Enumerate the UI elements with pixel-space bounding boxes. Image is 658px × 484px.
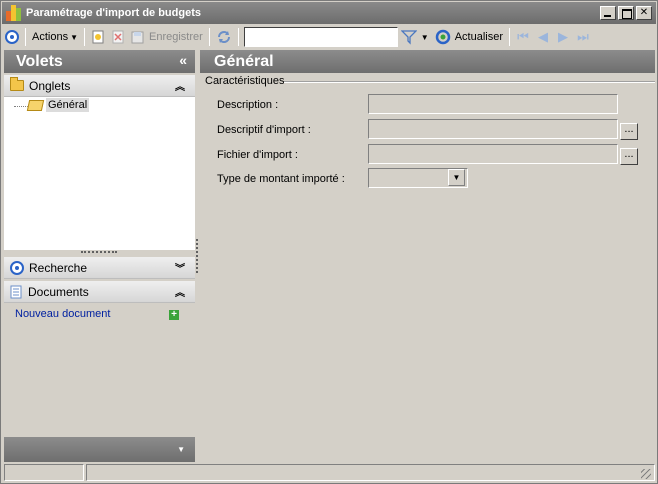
section-documents-header[interactable]: Documents ︽ (4, 281, 195, 303)
amount-type-label: Type de montant importé : (217, 173, 345, 185)
open-folder-icon (26, 99, 45, 111)
save-icon (131, 31, 144, 44)
status-bar (4, 463, 655, 482)
first-record-button[interactable]: ⏮ (513, 27, 533, 47)
minimize-button[interactable] (600, 6, 616, 20)
document-icon (10, 285, 22, 298)
save-button[interactable]: Enregistrer (128, 26, 206, 48)
delete-button[interactable] (108, 26, 128, 48)
dropdown-arrow-icon: ▼ (70, 32, 78, 42)
previous-record-button[interactable]: ◀ (533, 27, 553, 47)
actions-menu-button[interactable]: Actions ▼ (29, 26, 81, 48)
last-record-button[interactable]: ⏭ (573, 27, 593, 47)
toolbar-separator (25, 28, 26, 46)
import-descriptor-field[interactable] (368, 119, 618, 139)
window-controls: ✕ (600, 6, 652, 20)
import-file-field[interactable] (368, 144, 618, 164)
expand-section-icon[interactable]: ︾ (175, 260, 185, 275)
import-descriptor-label: Descriptif d'import : (217, 124, 311, 136)
toolbar-separator (509, 28, 511, 46)
refresh-icon (435, 29, 450, 45)
window-title: Paramétrage d'import de budgets (26, 7, 201, 19)
page-title: Général (214, 52, 274, 70)
filter-icon (400, 30, 417, 45)
panels-footer: ▼ (4, 437, 195, 462)
maximize-button[interactable] (618, 6, 634, 20)
previous-record-icon: ◀ (538, 29, 549, 44)
section-search-header[interactable]: Recherche ︾ (4, 257, 195, 279)
tree-item-general[interactable]: Général (26, 98, 90, 112)
group-divider (284, 81, 655, 83)
save-label: Enregistrer (149, 31, 203, 43)
import-file-label: Fichier d'import : (217, 149, 298, 161)
search-input[interactable] (243, 27, 398, 47)
last-record-icon: ⏭ (577, 29, 589, 44)
next-record-button[interactable]: ▶ (553, 27, 573, 47)
content-header: Général (200, 50, 655, 73)
toolbar-separator (84, 28, 85, 46)
refresh-button[interactable]: Actualiser (432, 26, 506, 48)
tabs-tree: Général (4, 97, 195, 250)
panels-header: Volets « (4, 50, 195, 73)
first-record-icon: ⏮ (517, 29, 529, 44)
panels-title: Volets (16, 52, 63, 70)
panels-menu-icon[interactable]: ▼ (177, 445, 185, 454)
vertical-splitter[interactable] (196, 239, 198, 273)
main-toolbar: Actions ▼ Enregistrer ▼ Actualiser ⏮ ◀ ▶… (2, 25, 656, 49)
refresh-label: Actualiser (454, 31, 504, 43)
section-documents-title: Documents (28, 284, 89, 299)
group-label: Caractéristiques (205, 75, 288, 87)
section-search-title: Recherche (29, 260, 88, 275)
collapse-panel-icon[interactable]: « (179, 52, 187, 68)
filter-button[interactable]: ▼ (398, 26, 432, 48)
tree-connector (14, 106, 28, 107)
filter-dropdown-icon[interactable]: ▼ (421, 33, 429, 42)
close-button[interactable]: ✕ (636, 6, 652, 20)
toolbar-separator (237, 28, 239, 46)
search-ring-icon (10, 260, 24, 275)
horizontal-splitter[interactable] (81, 251, 117, 253)
import-descriptor-browse-button[interactable]: ... (620, 123, 638, 140)
new-document-link[interactable]: Nouveau document (15, 308, 110, 320)
app-logo-icon (6, 5, 22, 21)
next-record-icon: ▶ (558, 29, 569, 44)
new-document-icon (92, 30, 104, 44)
chevron-down-icon[interactable]: ▼ (448, 169, 465, 186)
resize-grip-icon[interactable] (641, 469, 651, 479)
status-cell-2 (86, 464, 655, 481)
sync-icon (217, 31, 230, 43)
description-label: Description : (217, 99, 279, 111)
tree-item-label: Général (46, 98, 90, 112)
folder-icon (10, 77, 24, 91)
import-file-browse-button[interactable]: ... (620, 148, 638, 165)
new-button[interactable] (88, 26, 108, 48)
description-field[interactable] (368, 94, 618, 114)
actions-label: Actions (32, 31, 69, 43)
section-tabs-header[interactable]: Onglets ︽ (4, 75, 195, 97)
app-window: Paramétrage d'import de budgets ✕ Action… (0, 0, 658, 484)
delete-icon (112, 30, 124, 44)
sync-button[interactable] (213, 26, 235, 48)
target-ring-icon (5, 30, 19, 44)
title-bar: Paramétrage d'import de budgets ✕ (2, 2, 656, 24)
collapse-section-icon[interactable]: ︽ (175, 284, 185, 299)
actions-ring-button[interactable] (2, 26, 22, 48)
status-cell-1 (4, 464, 84, 481)
section-tabs-title: Onglets (29, 78, 71, 93)
add-icon[interactable]: + (169, 310, 179, 320)
collapse-section-icon[interactable]: ︽ (175, 78, 185, 93)
toolbar-separator (208, 28, 210, 46)
